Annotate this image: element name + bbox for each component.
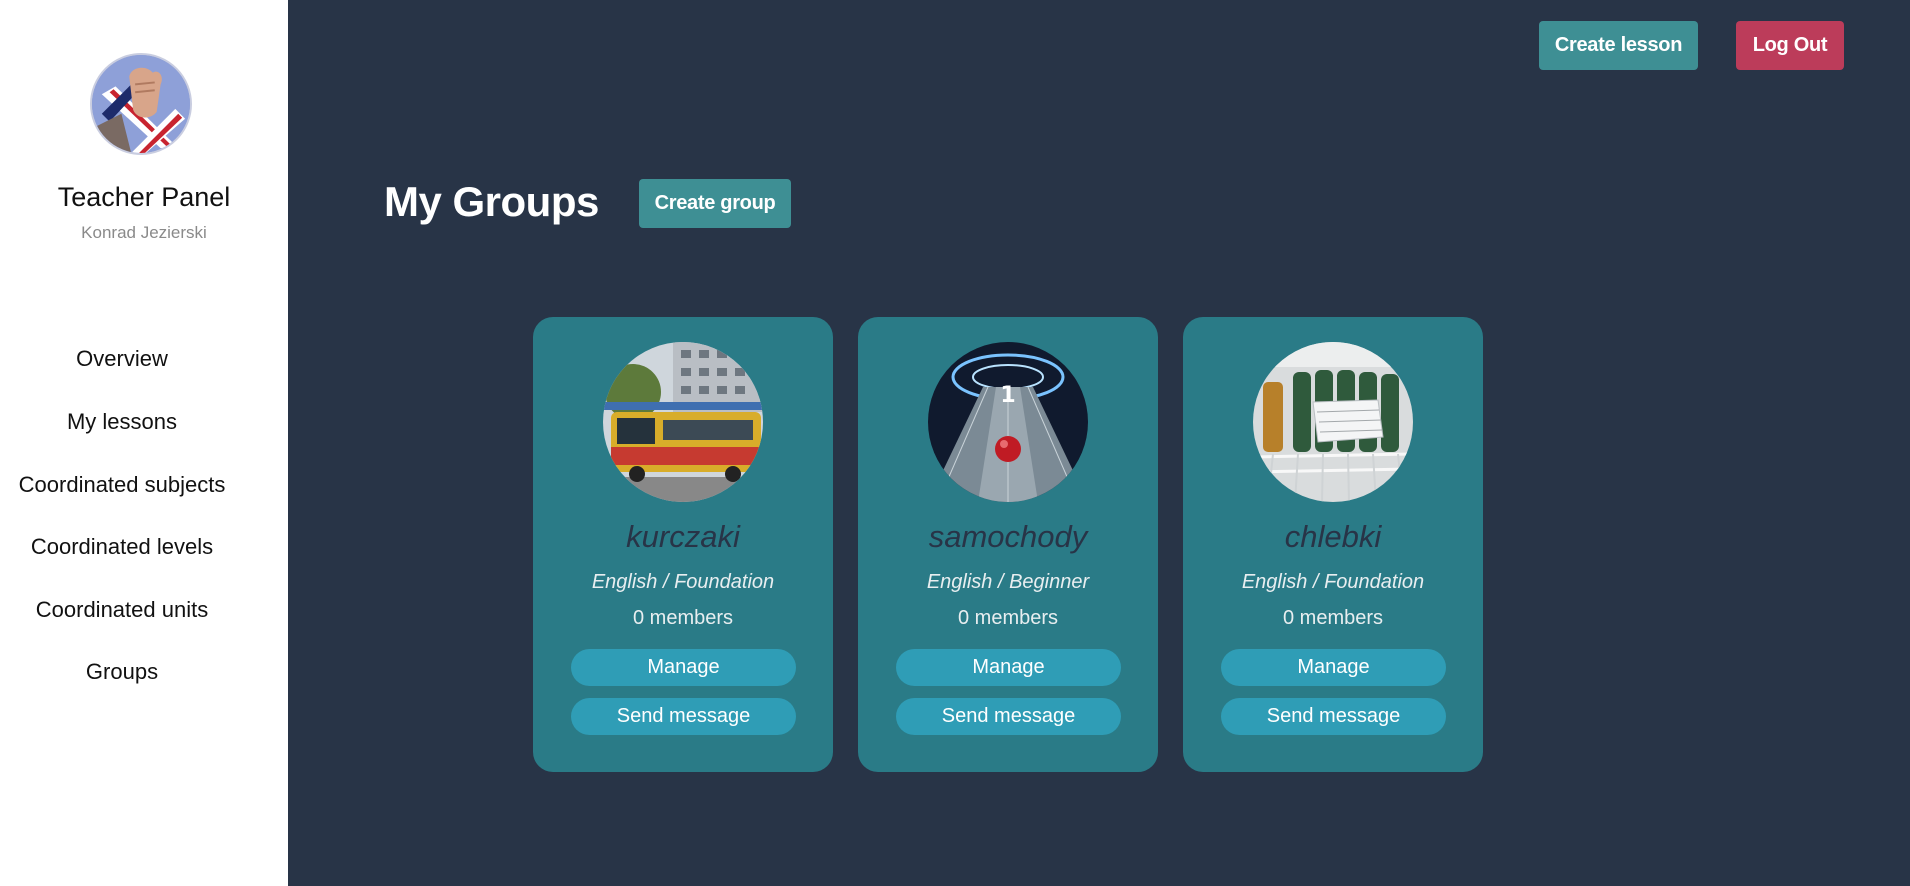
user-name: Konrad Jezierski [81,223,207,242]
sidebar-item-groups[interactable]: Groups [0,659,244,685]
group-level: English / Foundation [591,571,775,593]
teacher-avatar [90,53,192,155]
flag-hand-avatar-icon [92,55,190,153]
group-members: 0 members [957,607,1059,629]
group-members: 0 members [632,607,734,629]
bowling-photo-icon: 1 [928,342,1088,502]
logout-button[interactable]: Log Out [1736,21,1844,70]
manage-button[interactable]: Manage [571,649,796,686]
fridge-photo-icon [1253,342,1413,502]
sidebar-item-overview[interactable]: Overview [0,346,244,372]
manage-button[interactable]: Manage [1221,649,1446,686]
sidebar-item-my-lessons[interactable]: My lessons [0,409,244,435]
svg-text:1: 1 [1000,383,1015,408]
group-card: chlebki English / Foundation 0 members M… [1183,317,1483,772]
group-image: 1 [928,342,1088,502]
group-level: English / Foundation [1241,571,1425,593]
manage-button[interactable]: Manage [896,649,1121,686]
create-group-button[interactable]: Create group [639,179,791,228]
send-message-button[interactable]: Send message [1221,698,1446,735]
send-message-button[interactable]: Send message [896,698,1121,735]
group-name: chlebki [1284,519,1382,554]
group-level: English / Beginner [926,571,1090,593]
group-card: kurczaki English / Foundation 0 members … [533,317,833,772]
sidebar-item-coordinated-subjects[interactable]: Coordinated subjects [0,472,244,498]
group-card: 1 samochody English / Beginner 0 members… [858,317,1158,772]
page-title: My Groups [384,178,599,225]
group-image [603,342,763,502]
create-lesson-button[interactable]: Create lesson [1539,21,1698,70]
send-message-button[interactable]: Send message [571,698,796,735]
group-members: 0 members [1282,607,1384,629]
sidebar: Teacher Panel Konrad Jezierski Overview … [0,0,288,886]
group-image [1253,342,1413,502]
group-name: samochody [928,519,1088,554]
sidebar-item-coordinated-units[interactable]: Coordinated units [0,597,244,623]
group-name: kurczaki [626,519,740,554]
sidebar-item-coordinated-levels[interactable]: Coordinated levels [0,534,244,560]
bus-photo-icon [603,342,763,502]
panel-title: Teacher Panel [57,182,231,212]
